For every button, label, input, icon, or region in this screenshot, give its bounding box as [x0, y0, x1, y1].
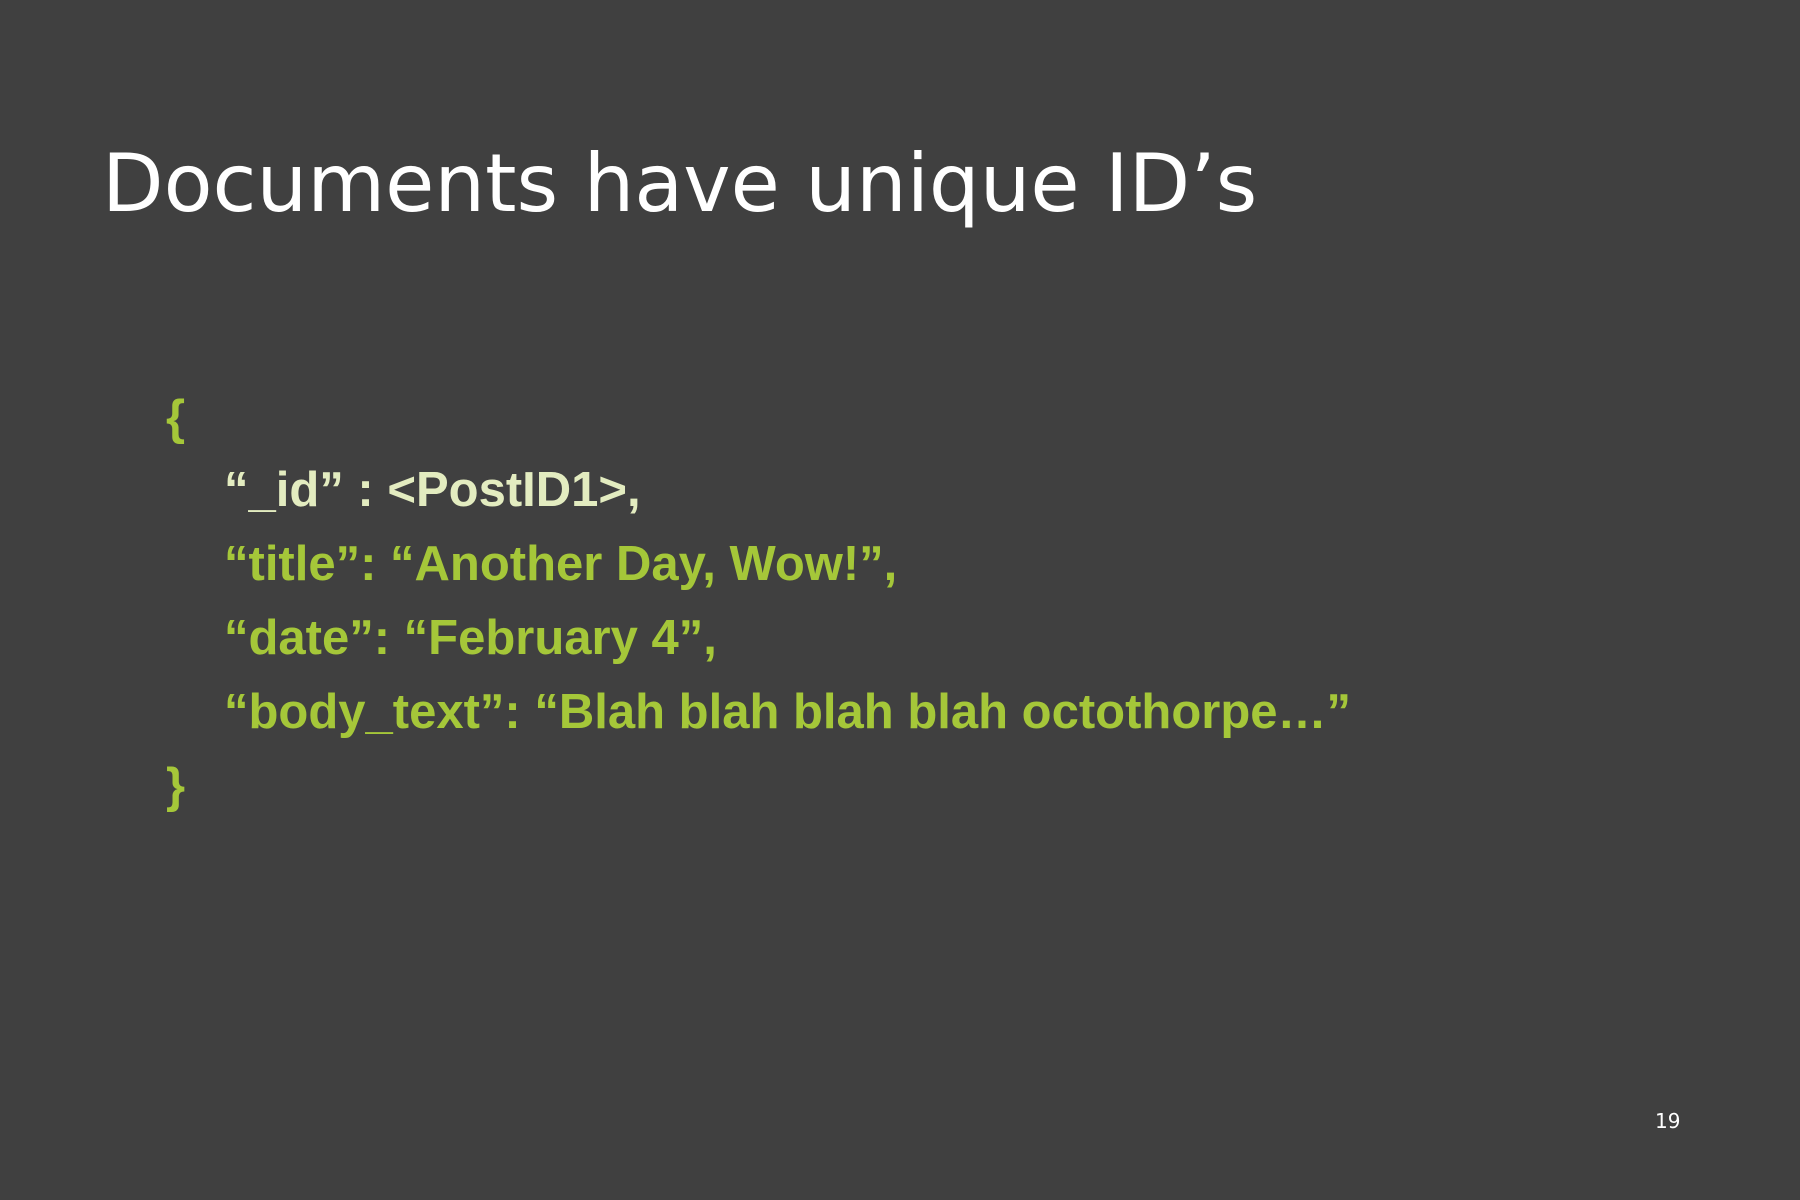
date-field-line: “date”: “February 4”,: [224, 611, 717, 665]
slide: Documents have unique ID’s { “_id” : <Po…: [0, 0, 1800, 1200]
open-brace: {: [166, 391, 186, 445]
close-brace: }: [166, 759, 186, 813]
slide-title: Documents have unique ID’s: [102, 137, 1258, 230]
id-field-line: “_id” : <PostID1>,: [224, 463, 641, 517]
title-field-line: “title”: “Another Day, Wow!”,: [224, 537, 898, 591]
body-text-field-line: “body_text”: “Blah blah blah blah octoth…: [224, 685, 1352, 739]
page-number: 19: [1655, 1109, 1681, 1133]
